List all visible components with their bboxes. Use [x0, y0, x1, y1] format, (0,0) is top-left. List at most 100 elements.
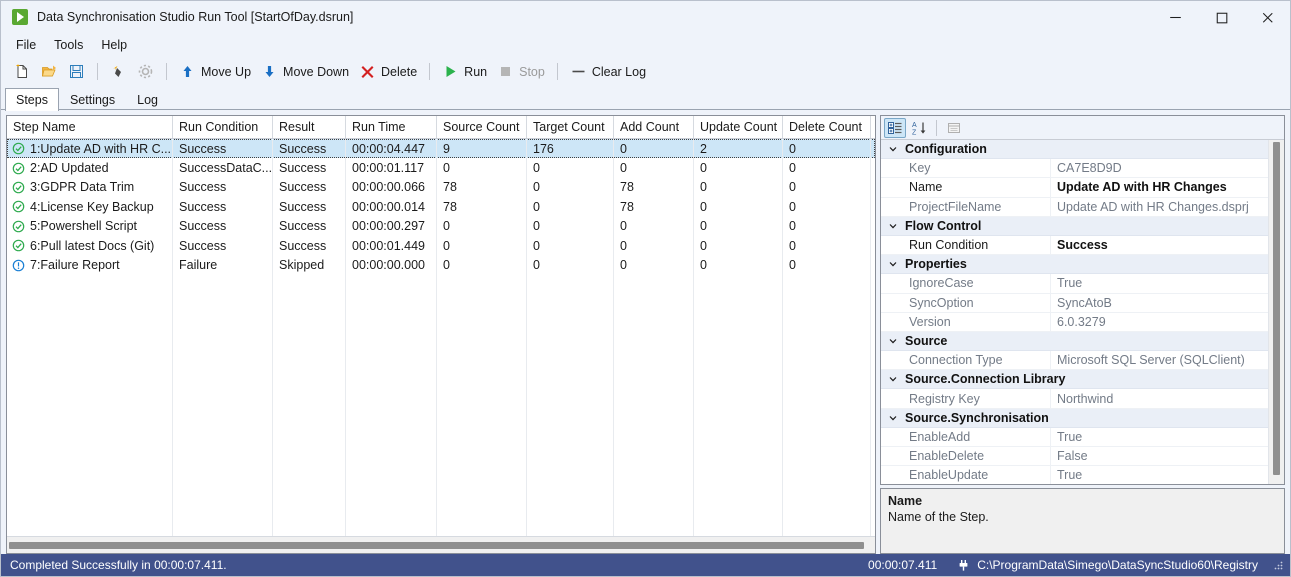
table-row[interactable]: 1:Update AD with HR C... Success Success 00…	[7, 139, 875, 159]
property-value: SyncAtoB	[1057, 295, 1112, 310]
table-row[interactable]: 6:Pull latest Docs (Git) Success Success 00…	[7, 236, 875, 255]
table-row[interactable]: 2:AD Updated SuccessDataC... Success 00:00:…	[7, 158, 875, 177]
open-button[interactable]	[36, 59, 63, 84]
property-row[interactable]: ProjectFileName Update AD with HR Changes…	[881, 197, 1268, 217]
scrollbar-thumb[interactable]	[1273, 142, 1280, 476]
cell-text: 0	[700, 199, 707, 214]
move-down-button[interactable]: Move Down	[256, 59, 354, 84]
step-name-cell: 7:Failure Report	[7, 255, 173, 274]
grid-column-header[interactable]: Add Count	[614, 116, 694, 138]
status-elapsed-time: 00:00:07.411	[858, 558, 947, 572]
chevron-down-icon[interactable]	[881, 144, 905, 154]
chevron-down-icon[interactable]	[881, 413, 905, 423]
maximize-button[interactable]	[1198, 1, 1244, 33]
grid-column-header[interactable]: Run Time	[346, 116, 437, 138]
cell-text: Skipped	[279, 258, 325, 273]
grid-horizontal-scrollbar[interactable]	[7, 536, 875, 553]
gear-icon	[138, 64, 153, 79]
property-value[interactable]: Update AD with HR Changes	[1051, 180, 1268, 194]
grid-column-header[interactable]: Source Count	[437, 116, 527, 138]
property-row[interactable]: Key CA7E8D9D	[881, 159, 1268, 179]
grid-column-divider	[172, 139, 173, 536]
grid-column-divider	[782, 139, 783, 536]
tab-log[interactable]: Log	[126, 88, 169, 110]
grid-column-header[interactable]: Update Count	[694, 116, 783, 138]
property-row[interactable]: EnableAdd True	[881, 427, 1268, 447]
property-name: SyncOption	[881, 293, 1051, 312]
table-row[interactable]: 3:GDPR Data Trim Success Success 00:00:00.0…	[7, 178, 875, 197]
cell-text: 00:00:01.449	[352, 238, 425, 253]
property-row[interactable]: Registry Key Northwind	[881, 389, 1268, 409]
cell-text: 2:AD Updated	[30, 161, 109, 176]
new-button[interactable]	[9, 59, 36, 84]
tab-settings[interactable]: Settings	[59, 88, 126, 110]
property-row[interactable]: SyncOption SyncAtoB	[881, 293, 1268, 313]
step-name-cell: 4:License Key Backup	[7, 197, 173, 216]
run-button[interactable]: Run	[437, 59, 492, 84]
property-category-row[interactable]: Properties	[881, 255, 1268, 275]
property-category-row[interactable]: Source	[881, 331, 1268, 352]
table-cell: Failure	[173, 255, 273, 274]
cell-text: 0	[789, 199, 796, 214]
property-category-row[interactable]: Flow Control	[881, 216, 1268, 236]
property-row[interactable]: Connection Type Microsoft SQL Server (SQL…	[881, 351, 1268, 371]
chevron-down-icon[interactable]	[881, 221, 905, 231]
property-row[interactable]: Run Condition Success	[881, 235, 1268, 256]
minimize-button[interactable]	[1152, 1, 1198, 33]
alphabetical-view-button[interactable]: A Z	[908, 118, 930, 138]
tab-steps[interactable]: Steps	[5, 88, 59, 111]
grid-column-header[interactable]: Run Condition	[173, 116, 273, 138]
new-file-icon	[16, 63, 27, 78]
main-toolbar: Move Up Move Down Delete Run Stop Clear …	[1, 56, 1290, 87]
property-pane: A Z Configuration Key CA7E8D9D Name Upda…	[880, 115, 1285, 554]
property-category-row[interactable]: Source.Synchronisation	[881, 408, 1268, 428]
cell-text: 0	[789, 238, 796, 253]
chevron-down-icon[interactable]	[881, 259, 905, 269]
save-disk-icon	[70, 65, 83, 78]
property-category-row[interactable]: Source.Connection Library	[881, 370, 1268, 390]
property-row[interactable]: Name Update AD with HR Changes	[881, 178, 1268, 198]
chevron-down-icon[interactable]	[881, 374, 905, 384]
table-row[interactable]: 4:License Key Backup Success Success 00:00:…	[7, 197, 875, 216]
categorized-view-button[interactable]	[884, 117, 906, 138]
close-button[interactable]	[1244, 1, 1290, 33]
property-row[interactable]: EnableUpdate True	[881, 466, 1268, 484]
property-grid-scrollbar[interactable]	[1268, 140, 1284, 484]
resize-grip[interactable]	[1268, 559, 1284, 571]
menu-item-help[interactable]: Help	[92, 35, 136, 55]
chevron-down-icon[interactable]	[881, 336, 905, 346]
property-row[interactable]: EnableDelete False	[881, 447, 1268, 467]
success-check-icon	[12, 220, 25, 233]
property-value[interactable]: Success	[1051, 238, 1268, 252]
settings-button[interactable]	[132, 59, 159, 84]
menu-item-tools[interactable]: Tools	[45, 35, 92, 55]
stop-button[interactable]: Stop	[492, 59, 550, 84]
save-button[interactable]	[63, 59, 90, 84]
clear-log-button[interactable]: Clear Log	[565, 59, 651, 84]
cell-text: 00:00:00.014	[352, 199, 425, 214]
menu-item-file[interactable]: File	[7, 35, 45, 55]
property-row[interactable]: Version 6.0.3279	[881, 312, 1268, 332]
property-category-row[interactable]: Configuration	[881, 140, 1268, 160]
scrollbar-thumb[interactable]	[9, 541, 865, 549]
move-up-button[interactable]: Move Up	[174, 59, 256, 84]
property-row[interactable]: IgnoreCase True	[881, 274, 1268, 294]
cell-text: 0	[700, 161, 707, 176]
table-row[interactable]: 5:Powershell Script Success Success 00:00:0…	[7, 217, 875, 236]
property-pages-button[interactable]	[943, 118, 965, 138]
property-value: Update AD with HR Changes.dsprj	[1057, 199, 1249, 214]
cell-text: Success	[279, 141, 327, 156]
sort-az-icon: A Z	[912, 122, 926, 136]
grid-column-header[interactable]: Delete Count	[783, 116, 871, 138]
grid-column-header[interactable]: Result	[273, 116, 346, 138]
grid-column-header[interactable]: Target Count	[527, 116, 614, 138]
add-step-button[interactable]	[105, 59, 132, 84]
grid-column-header[interactable]: Step Name	[7, 116, 173, 138]
step-name-cell: 6:Pull latest Docs (Git)	[7, 236, 173, 255]
table-cell: Success	[173, 178, 273, 197]
table-row[interactable]: 7:Failure Report Failure Skipped 00:00:00.0…	[7, 255, 875, 274]
play-green-icon	[446, 66, 456, 77]
delete-button[interactable]: Delete	[354, 59, 422, 84]
cell-text: 0	[533, 238, 540, 253]
svg-text:Z: Z	[912, 129, 917, 136]
